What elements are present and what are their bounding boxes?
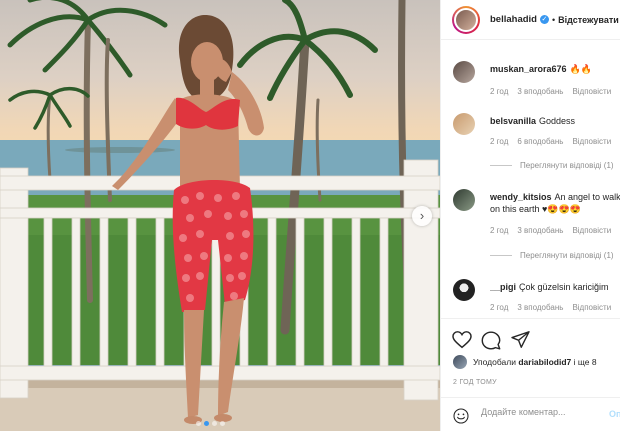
carousel-dot	[212, 421, 217, 426]
comment-text-line: __pigi Çok güzelsin kariciğim	[490, 281, 620, 293]
liker-avatar[interactable]	[453, 355, 467, 369]
carousel-dot	[220, 421, 225, 426]
likes-summary: Уподобали dariabilodid7 і ще 8	[453, 355, 597, 369]
comment-text: Goddess	[539, 116, 576, 126]
header-separator: •	[551, 14, 556, 25]
comment-icon[interactable]	[481, 331, 501, 350]
view-replies-label: Переглянути відповіді (1)	[520, 251, 614, 260]
likes-prefix: Уподобали	[473, 357, 516, 367]
commenter-username[interactable]: belsvanilla	[490, 116, 536, 126]
comment-likes[interactable]: 3 вподобань	[517, 226, 563, 235]
verified-badge-icon: ✓	[539, 15, 549, 24]
comment-text-line2: on this earth ♥😍😍😍	[490, 204, 581, 214]
comment-text: 🔥🔥	[569, 64, 592, 74]
comment-meta: 2 год 3 вподобань Відповісти	[490, 226, 620, 235]
post-header: bellahadid ✓ • Відстежувати	[441, 0, 620, 40]
reply-button[interactable]: Відповісти	[572, 87, 611, 96]
distant-island	[65, 147, 175, 153]
commenter-username[interactable]: wendy_kitsios	[490, 192, 552, 202]
comment-time: 2 год	[490, 303, 509, 312]
commenter-username[interactable]: __pigi	[490, 282, 516, 292]
comment-meta: 2 год 3 вподобань Відповісти	[490, 303, 620, 312]
next-slide-button[interactable]: ›	[412, 206, 432, 226]
share-icon[interactable]	[511, 331, 530, 348]
comment-time: 2 год	[490, 226, 509, 235]
commenter-avatar[interactable]	[453, 61, 475, 83]
replies-divider	[490, 255, 512, 257]
post-side-panel: bellahadid ✓ • Відстежувати muskan_arora…	[440, 0, 620, 431]
author-username[interactable]: bellahadid	[490, 14, 537, 25]
add-comment-bar: Опублікувати	[441, 397, 620, 431]
photo-illustration	[0, 0, 440, 431]
carousel-dots	[196, 421, 225, 426]
heart-icon[interactable]	[452, 331, 472, 349]
comment-text-line: muskan_arora676 🔥🔥	[490, 63, 620, 75]
reply-button[interactable]: Відповісти	[572, 226, 611, 235]
commenter-avatar[interactable]	[453, 279, 475, 301]
comment-text: Çok güzelsin kariciğim	[519, 282, 609, 292]
chevron-right-icon: ›	[419, 208, 425, 223]
view-replies-label: Переглянути відповіді (1)	[520, 161, 614, 170]
comment-input[interactable]	[481, 407, 599, 417]
comment-meta: 2 год 6 вподобань Відповісти	[490, 137, 620, 146]
comment-likes[interactable]: 6 вподобань	[517, 137, 563, 146]
comment-time: 2 год	[490, 87, 509, 96]
comment-text-line: belsvanilla Goddess	[490, 115, 620, 127]
author-avatar[interactable]	[452, 5, 480, 34]
comment-likes[interactable]: 3 вподобань	[517, 303, 563, 312]
likes-suffix[interactable]: і ще 8	[574, 357, 597, 367]
emoji-icon[interactable]	[453, 408, 469, 424]
comment-text-line1: An angel to walk	[554, 192, 620, 202]
carousel-dot	[196, 421, 201, 426]
post-time: 2 ГОД ТОМУ	[453, 379, 497, 386]
reply-button[interactable]: Відповісти	[572, 137, 611, 146]
comment-text-line: wendy_kitsios An angel to walk on this ear…	[490, 191, 620, 215]
comment-time: 2 год	[490, 137, 509, 146]
view-replies-button[interactable]: Переглянути відповіді (1)	[490, 251, 614, 260]
commenter-avatar[interactable]	[453, 189, 475, 211]
reply-button[interactable]: Відповісти	[572, 303, 611, 312]
post-photo: ›	[0, 0, 440, 431]
commenter-username[interactable]: muskan_arora676	[490, 64, 567, 74]
commenter-avatar[interactable]	[453, 113, 475, 135]
follow-button[interactable]: Відстежувати	[558, 15, 619, 25]
comment-meta: 2 год 3 вподобань Відповісти	[490, 87, 620, 96]
carousel-dot-active	[204, 421, 209, 426]
liker-username[interactable]: dariabilodid7	[518, 357, 571, 367]
view-replies-button[interactable]: Переглянути відповіді (1)	[490, 161, 614, 170]
comment-likes[interactable]: 3 вподобань	[517, 87, 563, 96]
replies-divider	[490, 165, 512, 167]
publish-comment-button[interactable]: Опублікувати	[609, 409, 620, 419]
